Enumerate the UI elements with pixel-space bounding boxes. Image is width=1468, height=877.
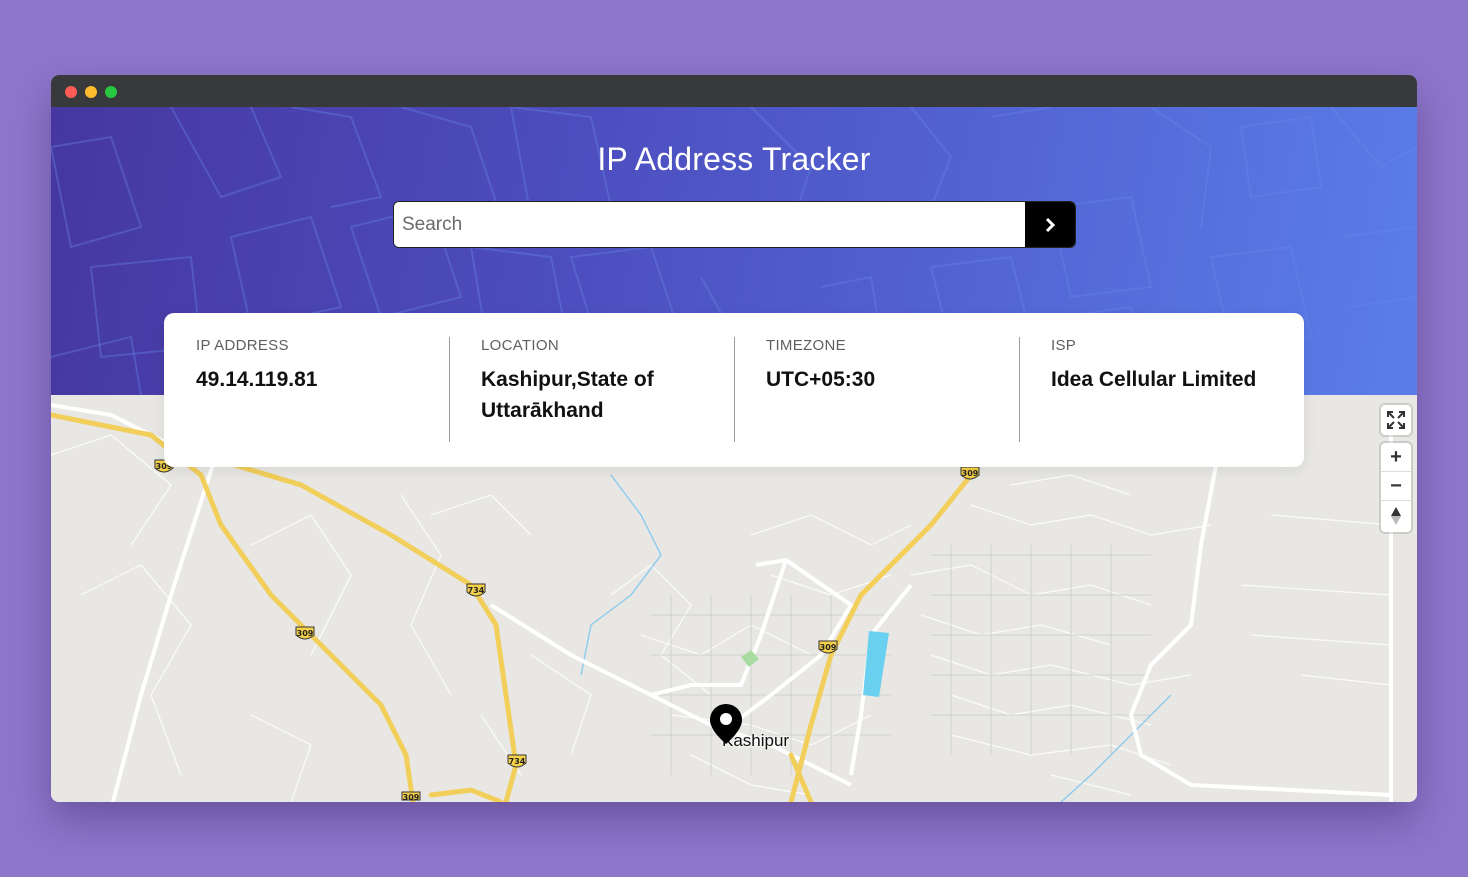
compass-button[interactable] — [1381, 501, 1411, 530]
svg-text:734: 734 — [509, 757, 526, 766]
minimize-window-button[interactable] — [85, 86, 97, 98]
section-divider — [734, 337, 735, 442]
location-section: LOCATION Kashipur,State of Uttarākhand — [449, 313, 734, 467]
route-shield-734: 734 — [507, 754, 527, 768]
location-pin-icon[interactable] — [709, 703, 743, 745]
route-shield-309: 309 — [960, 466, 980, 480]
location-value: Kashipur,State of Uttarākhand — [481, 368, 654, 422]
location-label: LOCATION — [481, 337, 559, 354]
zoom-control: + − — [1381, 443, 1411, 532]
svg-text:309: 309 — [297, 629, 314, 638]
browser-window: IP Address Tracker IP ADDRESS 49.14.119.… — [51, 75, 1417, 802]
close-window-button[interactable] — [65, 86, 77, 98]
ip-address-value: 49.14.119.81 — [196, 368, 318, 391]
svg-text:309: 309 — [962, 469, 979, 478]
window-titlebar — [51, 75, 1417, 107]
isp-section: ISP Idea Cellular Limited — [1019, 313, 1304, 467]
svg-text:309: 309 — [403, 793, 420, 802]
timezone-label: TIMEZONE — [766, 337, 846, 354]
zoom-out-button[interactable]: − — [1381, 472, 1411, 501]
ip-address-label: IP ADDRESS — [196, 337, 289, 354]
section-divider — [449, 337, 450, 442]
zoom-in-button[interactable]: + — [1381, 443, 1411, 472]
timezone-value: UTC+05:30 — [766, 368, 876, 391]
route-shield-734: 734 — [466, 583, 486, 597]
timezone-section: TIMEZONE UTC+05:30 — [734, 313, 1019, 467]
ip-info-card: IP ADDRESS 49.14.119.81 LOCATION Kashipu… — [164, 313, 1304, 467]
route-shield-309: 309 — [295, 626, 315, 640]
isp-value: Idea Cellular Limited — [1051, 368, 1257, 391]
svg-text:309: 309 — [820, 643, 837, 652]
maximize-window-button[interactable] — [105, 86, 117, 98]
section-divider — [1019, 337, 1020, 442]
chevron-right-icon — [1045, 217, 1056, 232]
page-title: IP Address Tracker — [597, 141, 871, 177]
search-input[interactable] — [394, 202, 1026, 247]
fullscreen-button[interactable] — [1381, 405, 1411, 435]
search-submit-button[interactable] — [1025, 202, 1075, 247]
isp-label: ISP — [1051, 337, 1077, 354]
route-shield-309: 309 — [401, 791, 421, 802]
route-shield-309: 309 — [818, 640, 838, 654]
compass-icon — [1391, 506, 1401, 525]
svg-text:734: 734 — [468, 586, 485, 595]
ip-search-form — [393, 201, 1076, 248]
ip-address-section: IP ADDRESS 49.14.119.81 — [164, 313, 449, 467]
fullscreen-icon — [1387, 411, 1405, 429]
